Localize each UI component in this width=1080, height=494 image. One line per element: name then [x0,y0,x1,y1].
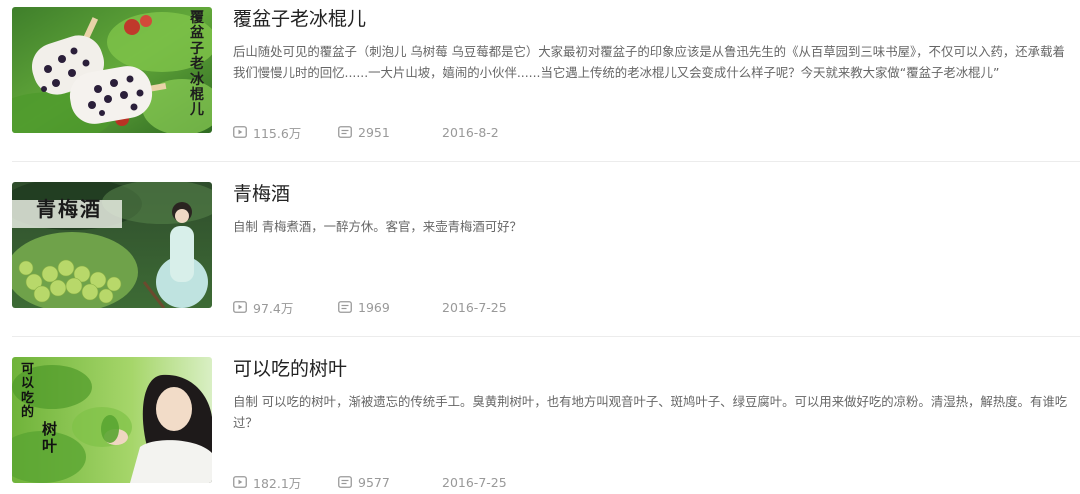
comment-count: 1969 [338,298,390,316]
video-list: 覆盆子老冰棍儿 覆盆子老冰棍儿 后山随处可见的覆盆子（刺泡儿 乌树莓 乌豆莓都是… [0,0,1080,494]
play-count-icon [233,126,247,138]
video-description: 自制 可以吃的树叶，渐被遗忘的传统手工。臭黄荆树叶，也有地方叫观音叶子、斑鸠叶子… [233,394,1068,430]
divider [12,161,1080,162]
view-count-value: 115.6万 [253,125,302,141]
thumbnail-caption: 覆盆子老冰棍儿 [190,10,204,119]
comment-count-icon [338,476,352,488]
view-count: 115.6万 [233,123,301,141]
comment-count: 9577 [338,473,390,491]
comment-count-value: 9577 [358,474,390,490]
thumbnail-caption: 青梅酒 [36,197,102,221]
play-count-icon [233,476,247,488]
video-description: 后山随处可见的覆盆子（刺泡儿 乌树莓 乌豆莓都是它）大家最初对覆盆子的印象应该是… [233,44,1065,80]
comment-count: 2951 [338,123,390,141]
view-count: 97.4万 [233,298,293,316]
publish-date: 2016-7-25 [442,474,507,490]
video-title[interactable]: 可以吃的树叶 [233,357,347,381]
comment-count-icon [338,301,352,313]
thumbnail-caption: 可以吃的 [21,362,35,420]
video-thumbnail[interactable]: 可以吃的 树叶 [12,357,212,483]
view-count-value: 97.4万 [253,300,294,316]
video-thumbnail[interactable]: 青梅酒 [12,182,212,308]
divider [12,336,1080,337]
view-count: 182.1万 [233,473,301,491]
view-count-value: 182.1万 [253,475,302,491]
comment-count-value: 1969 [358,299,390,315]
comment-count-icon [338,126,352,138]
video-thumbnail[interactable]: 覆盆子老冰棍儿 [12,7,212,133]
video-item-plum-wine: 青梅酒 青梅酒 自制 青梅煮酒，一醉方休。客官，来壶青梅酒可好？ 97.4万 1… [12,182,1080,316]
video-description: 自制 青梅煮酒，一醉方休。客官，来壶青梅酒可好？ [233,219,522,234]
video-item-edible-leaves: 可以吃的 树叶 可以吃的树叶 自制 可以吃的树叶，渐被遗忘的传统手工。臭黄荆树叶… [12,357,1080,491]
thumbnail-raspberry-popsicle-image [12,7,212,133]
play-count-icon [233,301,247,313]
video-title[interactable]: 青梅酒 [233,182,290,206]
publish-date: 2016-7-25 [442,299,507,315]
video-item-raspberry-popsicle: 覆盆子老冰棍儿 覆盆子老冰棍儿 后山随处可见的覆盆子（刺泡儿 乌树莓 乌豆莓都是… [12,7,1080,141]
comment-count-value: 2951 [358,124,390,140]
video-title[interactable]: 覆盆子老冰棍儿 [233,7,366,31]
publish-date: 2016-8-2 [442,124,499,140]
thumbnail-caption-secondary: 树叶 [42,420,58,455]
